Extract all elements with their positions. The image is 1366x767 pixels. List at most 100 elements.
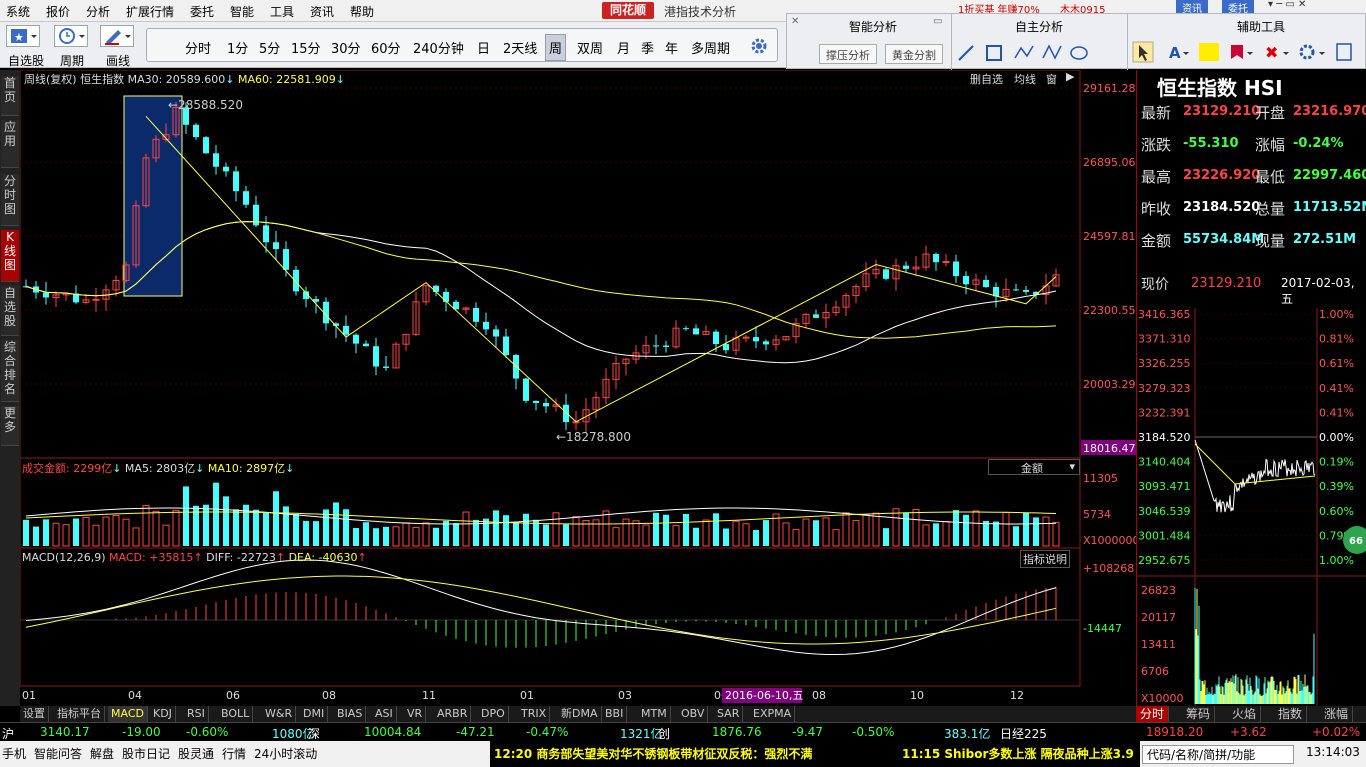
menu-help[interactable]: 帮助 [350, 3, 374, 20]
nav-watchlist[interactable]: 自选股 [1, 286, 19, 336]
draw-tools[interactable] [957, 42, 1097, 64]
nav-kline[interactable]: K线图 [1, 230, 19, 282]
window-button[interactable]: 窗 [1046, 71, 1057, 87]
support-resistance-button[interactable]: 撑压分析 [819, 44, 877, 64]
indicator-tab-dmi[interactable]: DMI [300, 706, 329, 722]
clock-time: 13:14:03 [1306, 745, 1360, 759]
indicator-tab-[interactable]: 设置 [20, 706, 49, 722]
indicator-tab-arbr[interactable]: ARBR [434, 706, 472, 722]
status-analysis[interactable]: 解盘 [90, 745, 114, 762]
indicator-tab-obv[interactable]: OBV [678, 706, 709, 722]
menu-system[interactable]: 系统 [6, 3, 30, 20]
panel-tab-1[interactable]: 筹码 [1182, 706, 1216, 722]
period-5min[interactable]: 5分 [259, 38, 280, 57]
sz-label[interactable]: 深 [308, 725, 320, 742]
period-intraday[interactable]: 分时 [185, 38, 211, 57]
cy-label[interactable]: 创 [658, 725, 670, 742]
panel-tab-4[interactable]: 涨幅 [1320, 706, 1354, 722]
candle-body [753, 337, 759, 342]
period-15min[interactable]: 15分 [291, 38, 321, 57]
candle-body [293, 269, 299, 292]
indicator-tab-boll[interactable]: BOLL [218, 706, 254, 722]
draw-line-button[interactable] [100, 25, 134, 47]
period-button[interactable] [54, 25, 88, 47]
window-controls[interactable]: ▾ ─ ▭ ✕ [1268, 0, 1306, 10]
period-2week[interactable]: 双周 [577, 38, 603, 57]
quote-value: -0.24% [1293, 136, 1344, 151]
nav-more[interactable]: 更多 [1, 406, 19, 446]
panel-tab-3[interactable]: 指数 [1274, 706, 1308, 722]
news-ticker[interactable]: 12:20 商务部失望美对华不锈钢板带材征双反税：强烈不满 11:15 Shib… [490, 741, 1140, 767]
period-week[interactable]: 周 [545, 34, 567, 61]
status-guling[interactable]: 股灵通 [178, 745, 214, 762]
indicator-tab-wr[interactable]: W&R [262, 706, 297, 722]
indicator-tab-mtm[interactable]: MTM [638, 706, 671, 722]
nav-home[interactable]: 首页 [1, 76, 19, 116]
panel-tab-2[interactable]: 火焰 [1228, 706, 1262, 722]
indicator-tabs: 设置 指标平台 MACD KDJ RSI BOLL W&R DMI BIAS ASI VR ARBR D… [20, 706, 1136, 722]
palette-min-icon[interactable]: ▭ [933, 16, 942, 27]
macd-tick-label: -14447 [1083, 622, 1122, 635]
nav-intraday[interactable]: 分时图 [1, 174, 19, 226]
x-axis-label: 01 [520, 689, 534, 702]
menu-quote[interactable]: 报价 [46, 3, 70, 20]
palette-close-icon[interactable]: ✕ [791, 16, 799, 27]
status-qa[interactable]: 智能问答 [34, 745, 82, 762]
menu-extended[interactable]: 扩展行情 [126, 3, 174, 20]
period-multi[interactable]: 多周期 [691, 38, 730, 57]
panel-tab-0[interactable]: 分时 [1136, 706, 1170, 722]
indicator-tab-kdj[interactable]: KDJ [150, 706, 176, 722]
gear-icon[interactable] [749, 36, 769, 56]
search-input[interactable]: 代码/名称/简拼/功能 [1142, 745, 1294, 764]
volume-bar [122, 518, 130, 547]
menu-order[interactable]: 委托 [190, 3, 214, 20]
period-quarter[interactable]: 季 [641, 38, 654, 57]
rj-label[interactable]: 日经225 [1000, 725, 1047, 742]
aux-tools[interactable]: A ✖ [1131, 40, 1363, 66]
mini-price-label: 3046.539 [1138, 505, 1191, 518]
period-month[interactable]: 月 [617, 38, 630, 57]
indicator-tab-dma[interactable]: 新DMA [558, 706, 602, 722]
kline-chart[interactable]: 29161.28 26895.06 24597.81 22300.55 20003.29… [20, 70, 1136, 706]
nav-ranking[interactable]: 综合排名 [1, 340, 19, 402]
indicator-tab-rsi[interactable]: RSI [184, 706, 209, 722]
remove-watchlist-button[interactable]: 删自选 [970, 71, 1003, 87]
indicator-tab-asi[interactable]: ASI [372, 706, 397, 722]
status-diary[interactable]: 股市日记 [122, 745, 170, 762]
watchlist-button[interactable]: ★ [6, 25, 40, 47]
menu-smart[interactable]: 智能 [230, 3, 254, 20]
menu-news[interactable]: 资讯 [310, 3, 334, 20]
period-30min[interactable]: 30分 [331, 38, 361, 57]
period-year[interactable]: 年 [665, 38, 678, 57]
indicator-tab-trix[interactable]: TRIX [518, 706, 551, 722]
news-item-1[interactable]: 12:20 商务部失望美对华不锈钢板带材征双反税：强烈不满 [494, 745, 812, 762]
volume-bar [1052, 521, 1060, 547]
indicator-tab-[interactable]: 指标平台 [54, 706, 105, 722]
mini-intraday-chart[interactable]: 3416.365 1.00% 3371.310 0.81% 3326.255 0.61% 3… [1137, 308, 1366, 706]
volume-metric-select[interactable]: 金额 ▾ [988, 459, 1080, 475]
indicator-tab-macd[interactable]: MACD [108, 706, 148, 722]
period-2day[interactable]: 2天线 [503, 38, 537, 57]
indicator-tab-sar[interactable]: SAR [714, 706, 744, 722]
indicator-tab-dpo[interactable]: DPO [478, 706, 509, 722]
indicator-help-button[interactable]: 指标说明 [1020, 550, 1070, 568]
menu-analysis[interactable]: 分析 [86, 3, 110, 20]
ma-button[interactable]: 均线 [1014, 71, 1036, 87]
indicator-tab-bbi[interactable]: BBI [602, 706, 628, 722]
period-day[interactable]: 日 [477, 38, 490, 57]
indicator-tab-vr[interactable]: VR [404, 706, 427, 722]
status-24h[interactable]: 24小时滚动 [254, 745, 317, 762]
nav-apps[interactable]: 应用 [1, 120, 19, 168]
status-mobile[interactable]: 手机 [2, 745, 26, 762]
period-1min[interactable]: 1分 [227, 38, 248, 57]
play-icon[interactable]: ▶ [1066, 70, 1074, 83]
news-item-2[interactable]: 11:15 Shibor多数上涨 隔夜品种上涨3.9 [902, 745, 1134, 762]
status-market[interactable]: 行情 [222, 745, 246, 762]
indicator-tab-expma[interactable]: EXPMA [750, 706, 796, 722]
menu-tools[interactable]: 工具 [270, 3, 294, 20]
period-60min[interactable]: 60分 [371, 38, 401, 57]
golden-section-button[interactable]: 黄金分割 [885, 44, 943, 64]
sh-label[interactable]: 沪 [2, 725, 14, 742]
period-240min[interactable]: 240分钟 [413, 38, 464, 57]
indicator-tab-bias[interactable]: BIAS [334, 706, 367, 722]
